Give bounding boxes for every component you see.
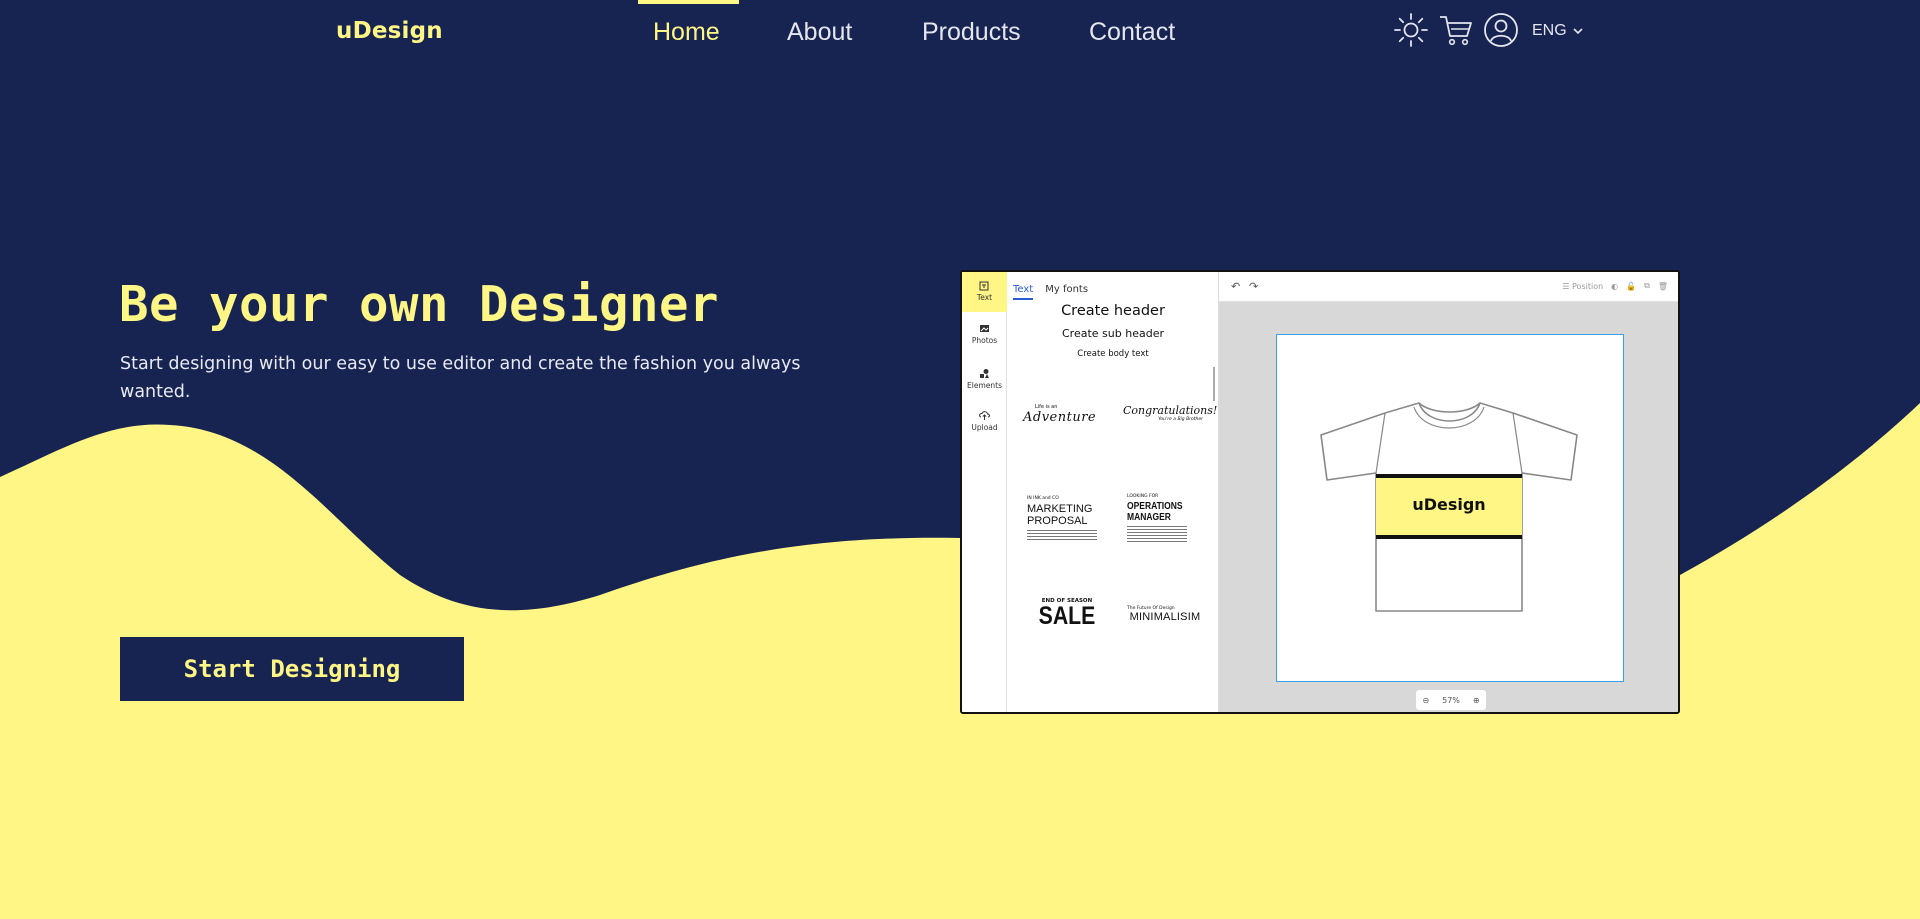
editor-tool-rail: Text Photos Elements Upload xyxy=(962,272,1007,712)
template-main-text: MARKETING PROPOSAL xyxy=(1027,503,1093,527)
tab-my-fonts[interactable]: My fonts xyxy=(1045,284,1088,300)
zoom-in-icon[interactable]: ⊕ xyxy=(1473,696,1480,705)
active-nav-indicator xyxy=(638,0,739,4)
start-designing-button[interactable]: Start Designing xyxy=(120,637,464,701)
language-selector[interactable]: ENG xyxy=(1532,22,1583,40)
template-main-text: OPERATIONS MANAGER xyxy=(1127,501,1183,523)
rail-label: Text xyxy=(976,293,993,302)
shapes-icon xyxy=(980,369,989,378)
template-minimalism[interactable]: The Future Of Design MINIMALISIM xyxy=(1123,606,1207,623)
template-small-text: IN INK and CO xyxy=(1027,496,1059,501)
nav-about[interactable]: About xyxy=(787,18,852,47)
panel-tabs: Text My fonts xyxy=(1013,284,1088,300)
nav-home[interactable]: Home xyxy=(653,18,720,47)
tab-text[interactable]: Text xyxy=(1013,284,1034,300)
zoom-control: ⊖ 57% ⊕ xyxy=(1416,690,1486,710)
hero-subtitle: Start designing with our easy to use edi… xyxy=(120,354,801,402)
create-header-option[interactable]: Create header xyxy=(1007,303,1219,319)
sun-icon[interactable] xyxy=(1393,12,1429,48)
rail-label: Photos xyxy=(971,336,998,345)
template-congratulations[interactable]: Congratulations! You're a Big Brother xyxy=(1123,404,1218,422)
rail-elements[interactable]: Elements xyxy=(962,360,1007,400)
position-label: Position xyxy=(1572,281,1604,291)
create-body-text-option[interactable]: Create body text xyxy=(1007,349,1219,359)
language-label: ENG xyxy=(1532,22,1567,39)
duplicate-icon[interactable]: ⧉ xyxy=(1644,281,1650,291)
template-operations-manager[interactable]: LOOKING FOR OPERATIONS MANAGER xyxy=(1127,494,1207,542)
template-body-lines xyxy=(1027,530,1097,540)
lock-icon[interactable]: 🔓 xyxy=(1626,282,1636,291)
upload-icon xyxy=(979,411,990,420)
text-panel: Text My fonts Create header Create sub h… xyxy=(1007,272,1219,712)
rail-text[interactable]: Text xyxy=(962,272,1007,312)
rail-label: Upload xyxy=(971,423,998,432)
rail-label: Elements xyxy=(967,381,1002,390)
nav-products[interactable]: Products xyxy=(922,18,1021,47)
undo-icon[interactable]: ↶ xyxy=(1231,280,1240,293)
photo-icon xyxy=(980,325,989,332)
top-nav: uDesign Home About Products Contact ENG xyxy=(0,0,1920,66)
panel-scrollbar[interactable] xyxy=(1213,367,1215,401)
editor-preview: Text Photos Elements Upload Text My font… xyxy=(960,270,1680,714)
template-sale[interactable]: END OF SEASON SALE xyxy=(1027,598,1107,630)
chevron-down-icon xyxy=(1573,27,1583,34)
template-adventure[interactable]: Life is an Adventure xyxy=(1023,404,1107,425)
user-icon[interactable] xyxy=(1483,12,1519,48)
template-body-lines xyxy=(1127,526,1187,542)
template-main-text: Adventure xyxy=(1023,410,1097,425)
hero-title: Be your own Designer xyxy=(119,276,720,333)
redo-icon[interactable]: ↷ xyxy=(1249,280,1258,293)
template-main-text: MINIMALISIM xyxy=(1129,611,1201,623)
create-sub-header-option[interactable]: Create sub header xyxy=(1007,327,1219,340)
toolbar-actions: ☰ Position ◐ 🔓 ⧉ 🗑 xyxy=(1562,281,1668,291)
template-main-text: SALE xyxy=(1038,602,1096,630)
text-tool-icon xyxy=(979,281,989,291)
trash-icon[interactable]: 🗑 xyxy=(1658,282,1668,291)
template-small-text: You're a Big Brother xyxy=(1158,417,1203,422)
template-marketing-proposal[interactable]: IN INK and CO MARKETING PROPOSAL xyxy=(1027,496,1107,540)
zoom-level: 57% xyxy=(1442,695,1460,705)
cart-icon[interactable] xyxy=(1438,12,1474,48)
position-button[interactable]: ☰ Position xyxy=(1562,282,1603,291)
rail-photos[interactable]: Photos xyxy=(962,315,1007,355)
rail-upload[interactable]: Upload xyxy=(962,402,1007,442)
logo[interactable]: uDesign xyxy=(336,18,443,44)
template-small-text: LOOKING FOR xyxy=(1127,494,1159,499)
nav-contact[interactable]: Contact xyxy=(1089,18,1175,47)
editor-toolbar: ↶ ↷ ☰ Position ◐ 🔓 ⧉ 🗑 xyxy=(1219,272,1678,302)
canvas-area: ↶ ↷ ☰ Position ◐ 🔓 ⧉ 🗑 uDesign ⊖ 57% ⊕ xyxy=(1219,272,1678,712)
template-main-text: Congratulations! xyxy=(1123,404,1218,417)
transparency-icon[interactable]: ◐ xyxy=(1611,282,1618,291)
shirt-print-text[interactable]: uDesign xyxy=(1376,495,1522,514)
zoom-out-icon[interactable]: ⊖ xyxy=(1422,696,1429,705)
design-artboard[interactable]: uDesign xyxy=(1276,334,1624,682)
